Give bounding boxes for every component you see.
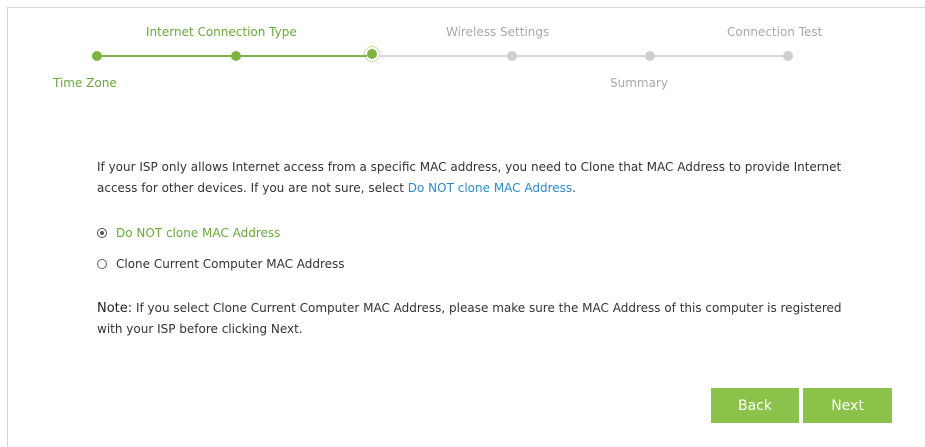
description-suffix: . bbox=[572, 181, 576, 195]
step-dot-summary bbox=[645, 51, 655, 61]
step-label-wireless-settings: Wireless Settings bbox=[446, 25, 550, 39]
radio-clone-current[interactable] bbox=[97, 259, 107, 269]
step-dot-internet-connection-type bbox=[231, 51, 241, 61]
step-dot-connection-test bbox=[783, 51, 793, 61]
next-button[interactable]: Next bbox=[803, 388, 892, 423]
progress-track-remaining bbox=[380, 55, 790, 57]
step-dot-current bbox=[367, 49, 377, 59]
note-block: Note: If you select Clone Current Comput… bbox=[97, 298, 857, 340]
step-dot-time-zone bbox=[92, 51, 102, 61]
radio-do-not-clone[interactable] bbox=[97, 228, 107, 238]
note-text: If you select Clone Current Computer MAC… bbox=[97, 301, 842, 336]
option-do-not-clone[interactable]: Do NOT clone MAC Address bbox=[97, 226, 280, 240]
back-button[interactable]: Back bbox=[711, 388, 799, 423]
option-label-do-not-clone: Do NOT clone MAC Address bbox=[116, 226, 281, 240]
step-dot-wireless-settings bbox=[507, 51, 517, 61]
step-label-time-zone: Time Zone bbox=[53, 76, 117, 90]
step-label-connection-test: Connection Test bbox=[727, 25, 823, 39]
option-clone-current[interactable]: Clone Current Computer MAC Address bbox=[97, 257, 345, 271]
step-label-internet-connection-type: Internet Connection Type bbox=[146, 25, 297, 39]
do-not-clone-link[interactable]: Do NOT clone MAC Address bbox=[408, 181, 572, 195]
mac-clone-description: If your ISP only allows Internet access … bbox=[97, 157, 857, 199]
note-label: Note: bbox=[97, 301, 133, 316]
option-label-clone-current: Clone Current Computer MAC Address bbox=[116, 257, 345, 271]
step-label-summary: Summary bbox=[610, 76, 668, 90]
